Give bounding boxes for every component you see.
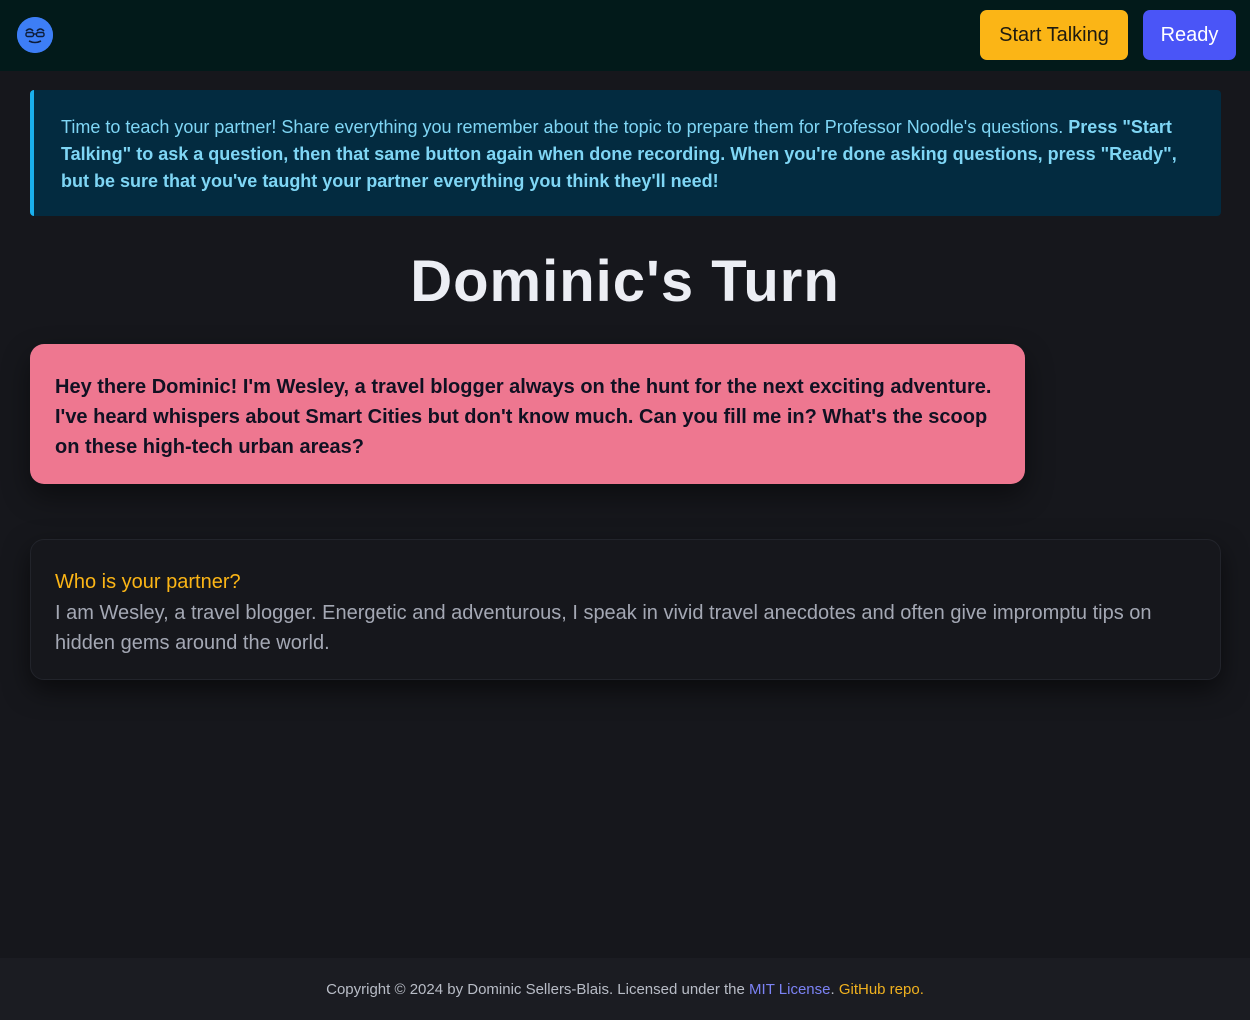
footer-copyright: Copyright © 2024 by Dominic Sellers-Blai…	[326, 981, 750, 998]
partner-card-description: I am Wesley, a travel blogger. Energetic…	[55, 602, 1152, 654]
partner-message-bubble: Hey there Dominic! I'm Wesley, a travel …	[30, 344, 1025, 484]
instructions-alert: Time to teach your partner! Share everyt…	[30, 90, 1221, 216]
mit-license-link[interactable]: MIT License	[749, 981, 830, 998]
footer: Copyright © 2024 by Dominic Sellers-Blai…	[0, 958, 1250, 1020]
page-title: Dominic's Turn	[410, 249, 840, 314]
noodle-face-icon-svg	[17, 17, 53, 53]
noodle-face-logo-icon[interactable]	[17, 17, 53, 53]
alert-text: Time to teach your partner! Share everyt…	[61, 117, 1069, 137]
footer-separator: .	[830, 981, 839, 998]
start-talking-button[interactable]: Start Talking	[980, 10, 1128, 60]
partner-info-card: Who is your partner? I am Wesley, a trav…	[30, 539, 1221, 680]
ready-button[interactable]: Ready	[1143, 10, 1236, 60]
partner-card-heading: Who is your partner?	[55, 571, 241, 593]
navbar: Start Talking Ready	[0, 0, 1250, 71]
github-repo-link[interactable]: GitHub repo.	[839, 981, 924, 998]
